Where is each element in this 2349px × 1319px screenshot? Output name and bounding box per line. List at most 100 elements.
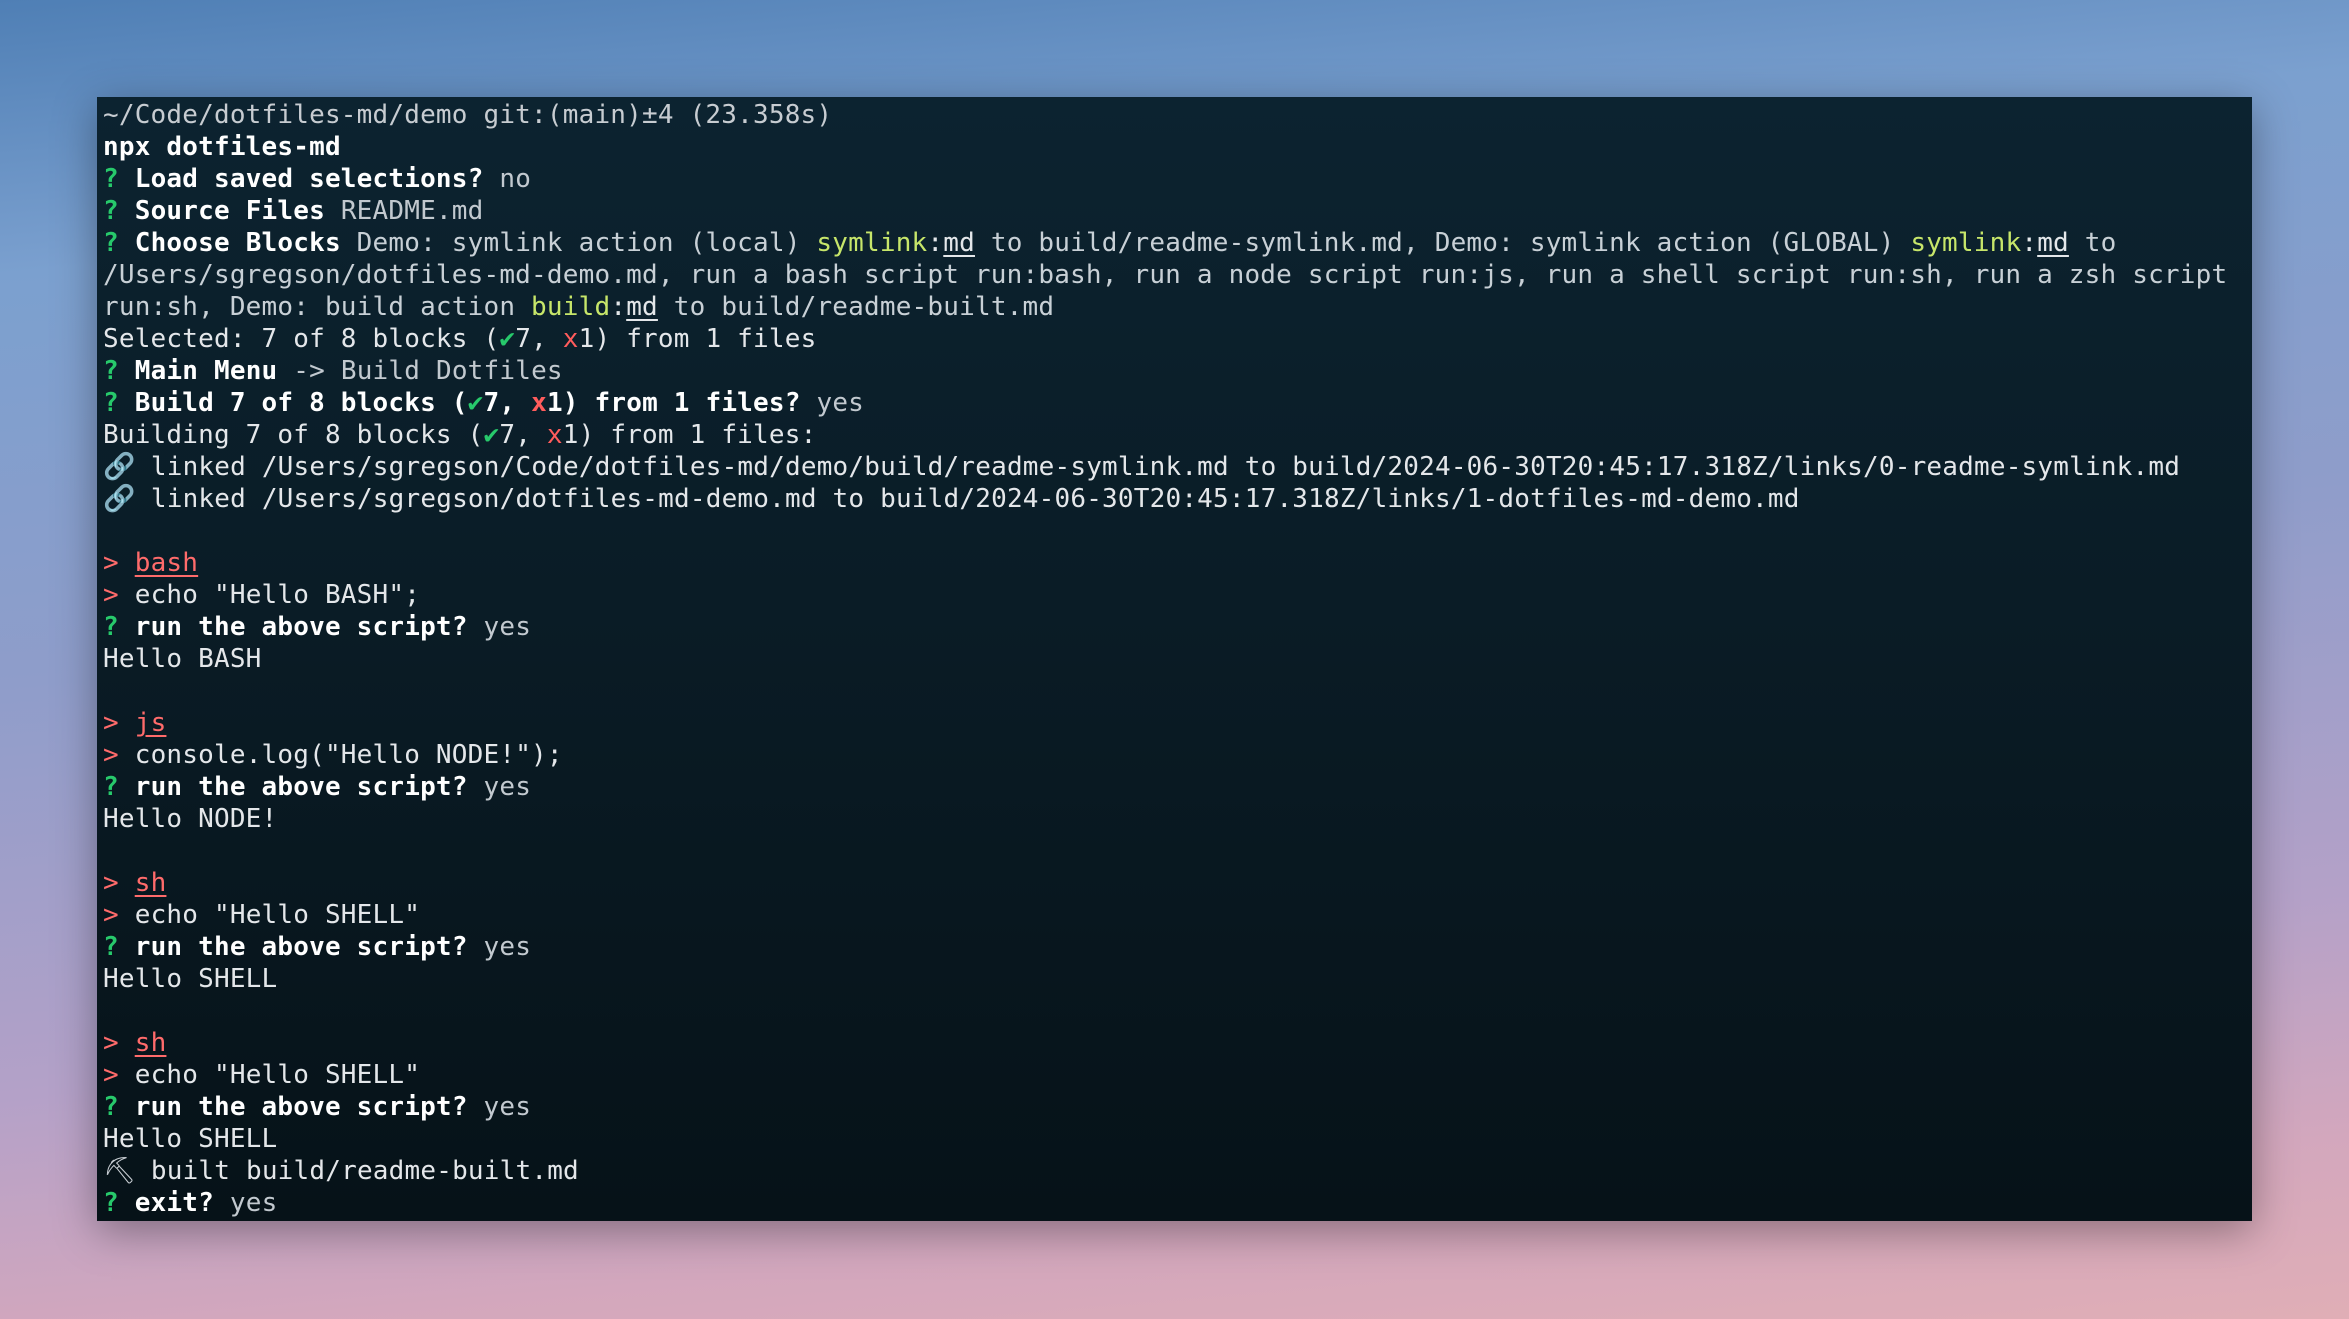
prompt-arrow: > <box>103 580 119 610</box>
x-count: 1 <box>578 324 595 354</box>
script-code-line: > echo "Hello SHELL" <box>103 899 2246 931</box>
question-text: run the above script? <box>134 1092 468 1122</box>
script-output: Hello SHELL <box>103 1124 278 1154</box>
block-text: to build/readme-symlink.md, Demo: symlin… <box>974 228 1911 258</box>
link-line: 🔗 linked /Users/sgregson/Code/dotfiles-m… <box>103 451 2246 483</box>
block-tag: symlink <box>1910 228 2022 258</box>
question-text: run the above script? <box>134 612 468 642</box>
building-prefix: Building 7 of 8 blocks ( <box>103 420 484 450</box>
building-suffix: ) from 1 files: <box>578 420 817 450</box>
question-mark: ? <box>103 772 119 802</box>
block-tag: symlink <box>816 228 928 258</box>
script-code-line: > echo "Hello BASH"; <box>103 579 2246 611</box>
answer-text: yes <box>816 388 865 418</box>
run-confirm-line: ? run the above script? yes <box>103 1091 2246 1123</box>
building-line: Building 7 of 8 blocks (✔7, x1) from 1 f… <box>103 419 2246 451</box>
run-confirm-line: ? run the above script? yes <box>103 611 2246 643</box>
question-text: Load saved selections? <box>134 164 484 194</box>
script-lang: sh <box>134 868 167 898</box>
script-output: Hello BASH <box>103 644 262 674</box>
script-lang-line: > bash <box>103 547 2246 579</box>
x-icon: x <box>531 388 547 418</box>
question-mark: ? <box>103 356 119 386</box>
x-icon: x <box>562 324 579 354</box>
block-type: md <box>2037 228 2069 258</box>
answer-text: yes <box>483 612 532 642</box>
prompt-arrow: > <box>103 1028 119 1058</box>
load-saved-line: ? Load saved selections? no <box>103 163 2246 195</box>
script-code: echo "Hello BASH"; <box>134 580 421 610</box>
terminal-window[interactable]: ~/Code/dotfiles-md/demo git:(main)±4 (23… <box>97 97 2252 1221</box>
answer-text: yes <box>483 772 532 802</box>
link-line: 🔗 linked /Users/sgregson/dotfiles-md-dem… <box>103 483 2246 515</box>
check-count: 7 <box>515 324 532 354</box>
script-lang: sh <box>134 1028 167 1058</box>
script-code-line: > echo "Hello SHELL" <box>103 1059 2246 1091</box>
x-count: 1 <box>546 388 563 418</box>
choose-blocks-line-3: run:sh, Demo: build action build:md to b… <box>103 291 2246 323</box>
prompt-arrow: > <box>103 868 119 898</box>
block-type: md <box>626 292 658 322</box>
choose-blocks-line-2: /Users/sgregson/dotfiles-md-demo.md, run… <box>103 260 2228 290</box>
question-text: Choose Blocks <box>134 228 341 258</box>
colon: : <box>2021 228 2038 258</box>
script-code: console.log("Hello NODE!"); <box>134 740 563 770</box>
x-count: 1 <box>562 420 579 450</box>
hammer-icon: ⛏ <box>103 1156 137 1186</box>
check-icon: ✔ <box>467 388 484 418</box>
link-icon: 🔗 <box>103 452 136 482</box>
prompt-arrow: > <box>103 548 119 578</box>
block-text: to <box>2068 228 2117 258</box>
script-lang-line: > js <box>103 707 2246 739</box>
block-type: md <box>943 228 975 258</box>
colon: : <box>927 228 944 258</box>
question-mark: ? <box>103 388 119 418</box>
check-icon: ✔ <box>499 324 516 354</box>
prompt-arrow: > <box>103 1060 119 1090</box>
script-lang: js <box>134 708 167 738</box>
separator: , <box>531 324 563 354</box>
script-code-line: > console.log("Hello NODE!"); <box>103 739 2246 771</box>
main-menu-line: ? Main Menu -> Build Dotfiles <box>103 355 2246 387</box>
block-text: to build/readme-built.md <box>657 292 1055 322</box>
source-files-line: ? Source Files README.md <box>103 195 2246 227</box>
x-icon: x <box>546 420 563 450</box>
selected-prefix: Selected: 7 of 8 blocks ( <box>103 324 500 354</box>
arrow: -> <box>293 356 325 386</box>
run-confirm-line: ? run the above script? yes <box>103 771 2246 803</box>
answer-text: Build Dotfiles <box>340 356 563 386</box>
separator: , <box>499 388 532 418</box>
separator: , <box>515 420 547 450</box>
answer-text: README.md <box>340 196 484 226</box>
run-confirm-line: ? run the above script? yes <box>103 931 2246 963</box>
selected-suffix: ) from 1 files <box>594 324 817 354</box>
built-line: ⛏ built build/readme-built.md <box>103 1155 2246 1187</box>
block-tag: build <box>531 292 611 322</box>
build-confirm-line: ? Build 7 of 8 blocks (✔7, x1) from 1 fi… <box>103 387 2246 419</box>
answer-text: no <box>499 164 532 194</box>
script-output: Hello SHELL <box>103 964 278 994</box>
answer-text: yes <box>483 1092 532 1122</box>
link-text: linked /Users/sgregson/dotfiles-md-demo.… <box>150 484 1800 514</box>
check-count: 7 <box>483 388 500 418</box>
answer-text: yes <box>229 1188 278 1218</box>
script-lang: bash <box>134 548 199 578</box>
command-line: npx dotfiles-md <box>103 132 341 162</box>
block-text: Demo: symlink action (local) <box>356 228 817 258</box>
question-text: ) from 1 files? <box>562 388 801 418</box>
check-count: 7 <box>499 420 516 450</box>
script-code: echo "Hello SHELL" <box>134 900 421 930</box>
link-icon: 🔗 <box>103 484 136 514</box>
question-text: Main Menu <box>134 356 278 386</box>
question-mark: ? <box>103 932 119 962</box>
script-code: echo "Hello SHELL" <box>134 1060 421 1090</box>
prompt-arrow: > <box>103 708 119 738</box>
check-icon: ✔ <box>483 420 500 450</box>
choose-blocks-line-1: ? Choose Blocks Demo: symlink action (lo… <box>103 227 2246 259</box>
question-text: exit? <box>134 1188 214 1218</box>
prompt-line: ~/Code/dotfiles-md/demo git:(main)±4 (23… <box>103 100 833 130</box>
script-lang-line: > sh <box>103 1027 2246 1059</box>
